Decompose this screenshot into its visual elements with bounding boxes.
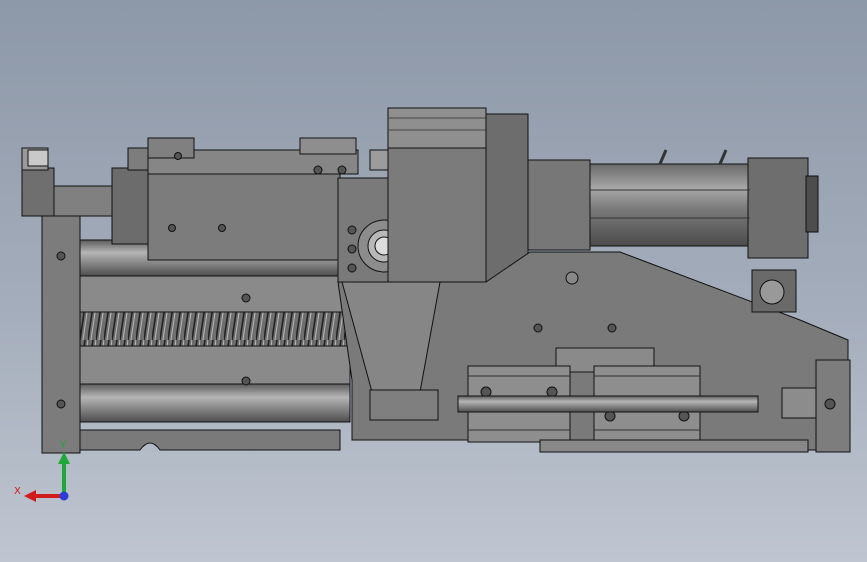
motor-box-top [387,107,487,149]
bolt-hole [174,152,182,160]
bolt-hole [347,225,357,235]
view-triad: Y X [10,438,80,510]
assembly-model[interactable] [0,0,867,562]
bolt-hole [168,224,176,232]
rod-frame [79,345,351,385]
cylinder-head [527,159,591,251]
left-end-plate [41,212,81,454]
right-clamp [781,387,817,419]
bolt-hole [824,398,836,410]
cad-viewport[interactable]: Y X [0,0,867,562]
guide-rod-lower [79,383,351,423]
bolt-hole [347,263,357,273]
base-frame [79,429,341,451]
bolt-hole [313,165,323,175]
bolt-hole [565,271,579,285]
bolt-hole [607,323,617,333]
arm-end [21,167,55,217]
slide-riser [147,137,195,159]
y-axis-head [58,452,70,464]
triad-graphic [24,452,70,502]
guide-wheel [759,279,785,305]
x-axis-head [24,490,36,502]
bolt-hole [533,323,543,333]
bolt-hole [56,251,66,261]
rail-rod [457,395,759,413]
bolt-hole [218,224,226,232]
bolt-hole [56,399,66,409]
y-axis-label: Y [60,440,67,451]
rod-frame [79,275,351,313]
arm-step [111,167,153,245]
top-bar [299,137,357,155]
x-axis-label: X [14,486,21,497]
arm-tip-detail [27,149,49,167]
bolt-hole [241,376,251,386]
pivot-clevis [369,389,439,421]
small-post [369,149,389,171]
cylinder-cap [747,157,809,259]
cylinder-body [589,163,751,247]
triad-origin [59,491,69,501]
ball-screw [79,311,351,347]
bolt-hole [337,165,347,175]
cylinder-end [805,175,819,233]
main-slide-block [147,171,341,261]
lower-strip [539,439,809,453]
bolt-hole [347,244,357,254]
bolt-hole [241,293,251,303]
